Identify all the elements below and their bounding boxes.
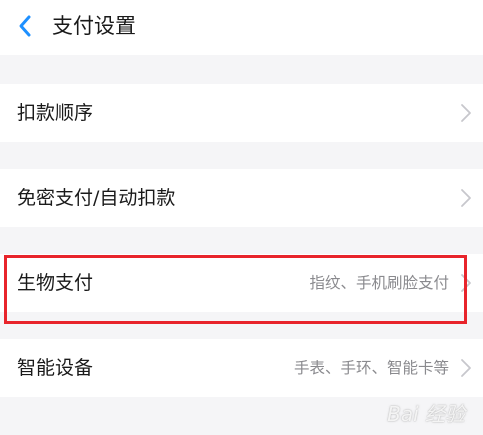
settings-row-smart-devices[interactable]: 智能设备 手表、手环、智能卡等 — [0, 339, 483, 397]
settings-row-password-free-payment[interactable]: 免密支付/自动扣款 — [0, 169, 483, 227]
chevron-right-icon — [459, 358, 473, 378]
row-label: 扣款顺序 — [17, 102, 94, 124]
chevron-right-icon — [459, 103, 473, 123]
chevron-right-icon — [459, 273, 473, 293]
nav-bar: 支付设置 — [0, 0, 483, 55]
settings-row-biometric-payment[interactable]: 生物支付 指纹、手机刷脸支付 — [0, 254, 483, 312]
chevron-right-icon — [459, 188, 473, 208]
row-label: 智能设备 — [17, 357, 94, 379]
page-title: 支付设置 — [52, 14, 136, 38]
back-button[interactable] — [12, 12, 42, 42]
settings-row-deduction-order[interactable]: 扣款顺序 — [0, 84, 483, 142]
row-label: 生物支付 — [17, 272, 94, 294]
row-value: 手表、手环、智能卡等 — [293, 359, 449, 377]
row-label: 免密支付/自动扣款 — [17, 187, 176, 209]
chevron-left-icon — [19, 15, 31, 37]
watermark: Bai 经验 — [387, 402, 465, 426]
row-value: 指纹、手机刷脸支付 — [309, 274, 449, 292]
